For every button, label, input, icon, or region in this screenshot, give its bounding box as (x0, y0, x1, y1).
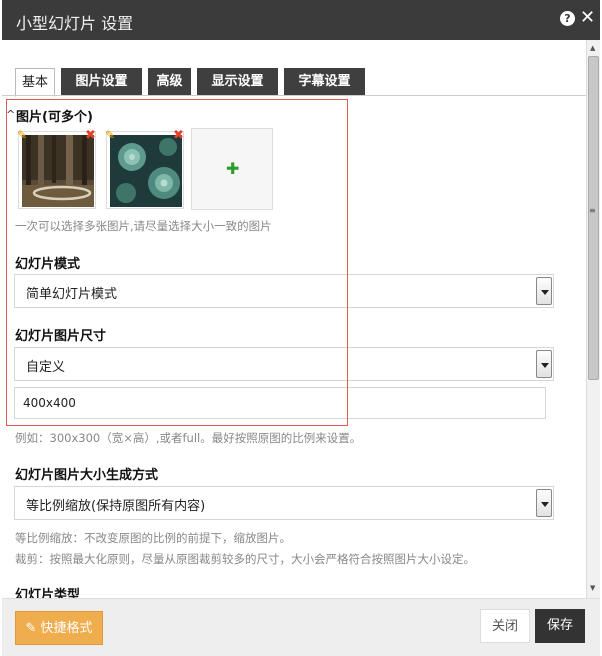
delete-icon[interactable]: ✖ (85, 128, 96, 143)
image-thumbnail[interactable]: ✎ ✖ (105, 128, 184, 209)
generation-select[interactable]: 等比例缩放(保持原图所有内容) (14, 486, 554, 520)
size-hint: 例如：300x300（宽×高）,或者full。最好按照原图的比例来设置。 (15, 431, 362, 445)
chevron-down-icon[interactable] (536, 277, 552, 305)
settings-content: ^ 图片(可多个) ✎ ✖ ✎ ✖ ✚ 一次可以选择多张图片,请尽量选择大小一致… (2, 96, 586, 598)
size-value: 自定义 (26, 360, 66, 375)
add-image-button[interactable]: ✚ (191, 128, 273, 210)
collapse-icon[interactable]: ^ (6, 108, 15, 121)
type-label: 幻灯片类型 (15, 588, 81, 598)
size-label: 幻灯片图片尺寸 (15, 329, 107, 344)
help-icon[interactable]: ? (560, 11, 575, 26)
dialog-titlebar: 小型幻灯片 设置 ? ✕ (2, 0, 600, 40)
generation-hint-scale: 等比例缩放：不改变原图的比例的前提下，缩放图片。 (15, 531, 291, 545)
mode-select[interactable]: 简单幻灯片模式 (14, 274, 554, 308)
succulent-image (110, 135, 182, 207)
plus-icon: ✚ (226, 159, 240, 178)
chevron-down-icon[interactable] (536, 350, 552, 378)
dialog-footer: ✎ 快捷格式 关闭 保存 (2, 598, 600, 656)
dialog-title: 小型幻灯片 设置 (16, 14, 134, 33)
generation-hint-crop: 裁剪：按照最大化原则，尽量从原图裁剪较多的尺寸，大小会严格符合按照图片大小设定。 (15, 552, 475, 566)
tab-image-settings[interactable]: 图片设置 (61, 68, 142, 96)
delete-icon[interactable]: ✖ (173, 128, 184, 143)
mode-value: 简单幻灯片模式 (26, 287, 118, 302)
custom-size-value: 400x400 (23, 396, 76, 410)
scroll-down-icon[interactable]: ▼ (590, 584, 595, 592)
size-select[interactable]: 自定义 (14, 347, 554, 381)
generation-label: 幻灯片图片大小生成方式 (15, 468, 159, 483)
quick-format-button[interactable]: ✎ 快捷格式 (15, 611, 103, 645)
grip-icon: ≡ (589, 206, 596, 215)
edit-icon[interactable]: ✎ (105, 128, 115, 142)
tab-basic[interactable]: 基本 (15, 68, 55, 97)
images-section-title: 图片(可多个) (16, 110, 93, 125)
quick-format-label: 快捷格式 (40, 621, 93, 636)
chevron-down-icon[interactable] (536, 489, 552, 517)
mode-label: 幻灯片模式 (15, 257, 81, 272)
close-button[interactable]: 关闭 (480, 609, 530, 643)
tab-display-settings[interactable]: 显示设置 (197, 68, 278, 96)
close-icon[interactable]: ✕ (580, 8, 595, 28)
save-button[interactable]: 保存 (535, 609, 585, 643)
scrollbar[interactable]: ▲ ≡ ▼ (586, 40, 600, 598)
tab-caption-settings[interactable]: 字幕设置 (284, 68, 365, 96)
images-hint: 一次可以选择多张图片,请尽量选择大小一致的图片 (15, 219, 272, 233)
scrollbar-thumb[interactable] (588, 56, 599, 380)
image-thumbnail[interactable]: ✎ ✖ (17, 128, 96, 209)
scroll-up-icon[interactable]: ▲ (590, 44, 595, 52)
tab-advanced[interactable]: 高级 (148, 68, 191, 96)
edit-icon[interactable]: ✎ (17, 128, 27, 142)
generation-value: 等比例缩放(保持原图所有内容) (26, 499, 206, 514)
wand-icon: ✎ (25, 621, 37, 636)
custom-size-input[interactable]: 400x400 (14, 387, 546, 419)
forest-image (22, 135, 94, 207)
